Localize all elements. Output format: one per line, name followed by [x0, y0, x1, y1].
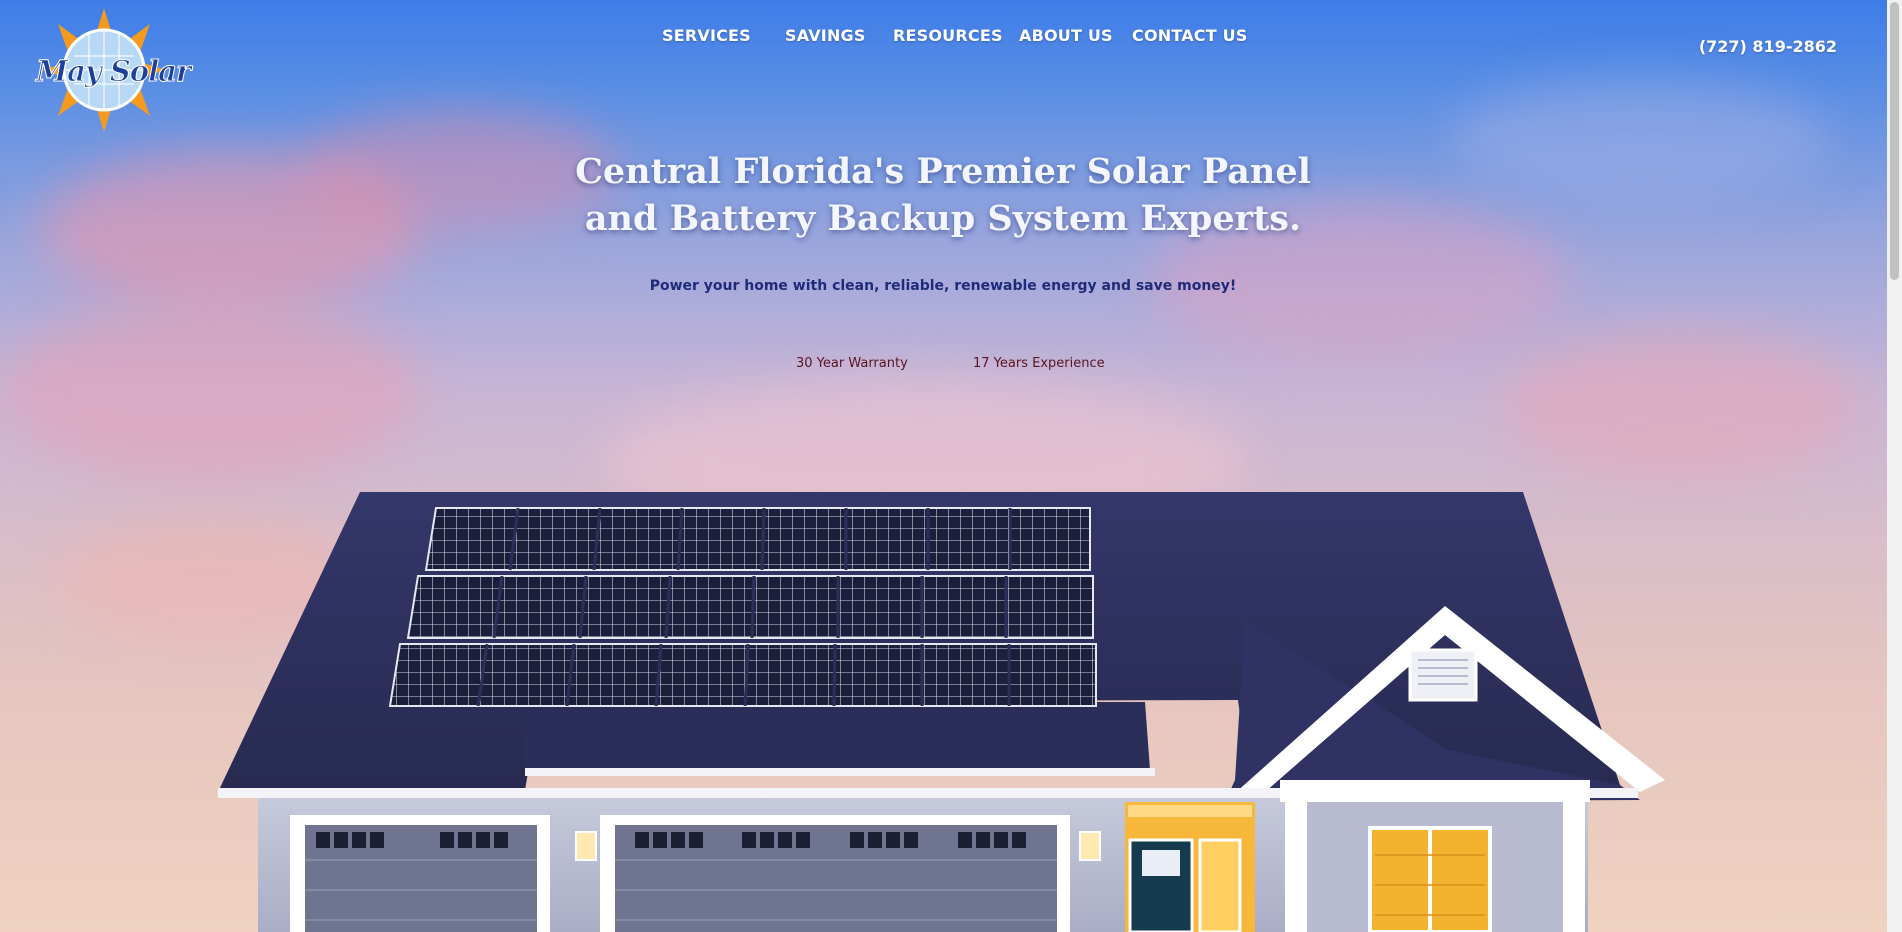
vertical-scrollbar[interactable] [1887, 0, 1902, 932]
hero-headline: Central Florida's Premier Solar Panel an… [533, 148, 1353, 242]
nav-contact-us[interactable]: CONTACT US [1132, 26, 1248, 45]
feature-warranty: 30 Year Warranty [796, 356, 908, 371]
hero-subheadline: Power your home with clean, reliable, re… [649, 278, 1237, 294]
house-with-solar-panels-image [218, 492, 1665, 932]
hero-headline-line-1: Central Florida's Premier Solar Panel [575, 151, 1311, 192]
scrollbar-thumb[interactable] [1890, 2, 1899, 280]
feature-experience: 17 Years Experience [973, 356, 1105, 371]
logo-wordmark: May Solar [35, 54, 191, 89]
phone-number-link[interactable]: (727) 819-2862 [1699, 37, 1837, 56]
page: May Solar SERVICES SAVINGS RESOURCES ABO… [0, 0, 1887, 932]
may-solar-logo[interactable]: May Solar [34, 8, 192, 132]
nav-services[interactable]: SERVICES [662, 26, 751, 45]
hero-headline-line-2: and Battery Backup System Experts. [584, 198, 1302, 239]
nav-resources[interactable]: RESOURCES [893, 26, 1003, 45]
nav-savings[interactable]: SAVINGS [785, 26, 866, 45]
solar-panel-array [388, 507, 1097, 707]
nav-about-us[interactable]: ABOUT US [1019, 26, 1113, 45]
